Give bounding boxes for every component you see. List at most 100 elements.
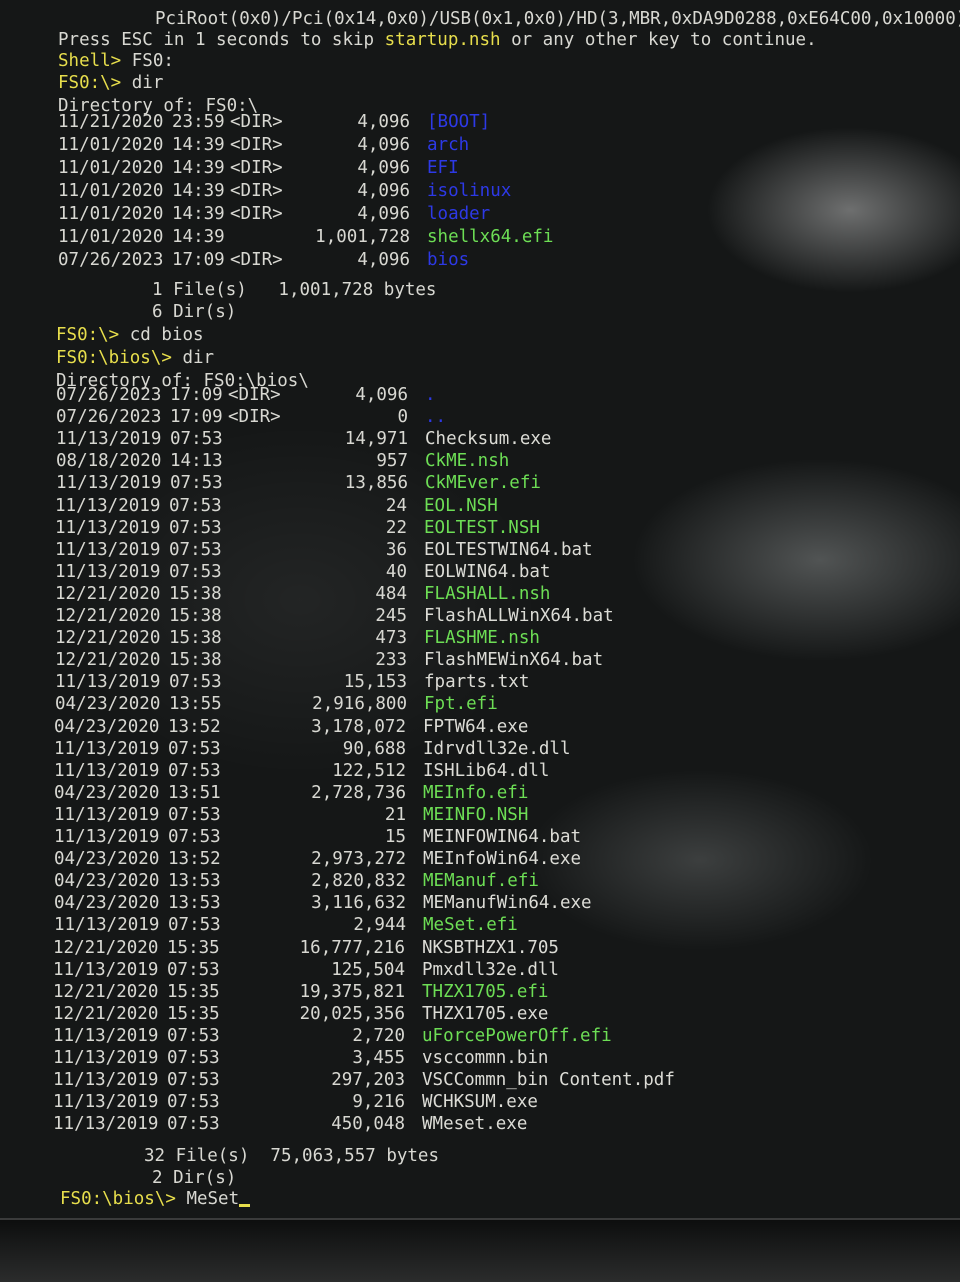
files-summary: 1 File(s) 1,001,728 bytes bbox=[152, 280, 437, 300]
shell-command: FS0: bbox=[131, 51, 174, 71]
entry-size: 2,820,832 bbox=[311, 871, 406, 892]
directory-entry-row: 04/23/2020 13:52 2,973,272 MEInfoWin64.exe bbox=[0, 848, 696, 870]
entry-name: . bbox=[425, 385, 436, 405]
command-prompt: FS0:\bios\> bbox=[60, 1189, 187, 1209]
entry-name: shellx64.efi bbox=[427, 227, 554, 247]
entry-name: MEINFOWIN64.bat bbox=[423, 827, 582, 847]
directory-entry-row: 11/13/2019 07:53 122,512 ISHLib64.dll bbox=[0, 760, 696, 782]
entry-size: 450,048 bbox=[331, 1114, 405, 1135]
entry-size: 4,096 bbox=[357, 135, 410, 155]
directory-entry-row: 12/21/2020 15:35 19,375,821 THZX1705.efi bbox=[0, 981, 695, 1003]
directory-entry-row: 11/13/2019 07:53 450,048 WMeset.exe bbox=[0, 1113, 695, 1135]
entry-size: 40 bbox=[385, 561, 407, 582]
directory-entry-row: 11/01/2020 14:39 <DIR> 4,096 arch bbox=[0, 134, 700, 156]
entry-size: 484 bbox=[375, 583, 407, 604]
entry-size: 2,944 bbox=[353, 915, 406, 936]
entry-name: EOLTESTWIN64.bat bbox=[424, 539, 593, 560]
entry-name: MEManuf.efi bbox=[423, 871, 539, 892]
entry-name: NKSBTHZX1.705 bbox=[422, 937, 559, 958]
uefi-shell-screen: PciRoot(0x0)/Pci(0x14,0x0)/USB(0x1,0x0)/… bbox=[0, 0, 960, 1218]
directory-entry-row: 11/13/2019 07:53 22 EOLTEST.NSH bbox=[0, 517, 697, 539]
directory-entry-row: 12/21/2020 15:35 20,025,356 THZX1705.exe bbox=[0, 1003, 695, 1025]
entry-name: CkMEver.efi bbox=[425, 473, 541, 494]
entry-size: 2,728,736 bbox=[311, 782, 406, 803]
entry-size: 22 bbox=[385, 517, 407, 538]
directory-entry-row: 04/23/2020 13:52 3,178,072 FPTW64.exe bbox=[0, 716, 696, 738]
entry-size: 122,512 bbox=[332, 760, 406, 781]
entry-name: EOLWIN64.bat bbox=[424, 561, 551, 582]
entry-name: MEInfo.efi bbox=[423, 782, 529, 803]
entry-size: 4,096 bbox=[357, 181, 410, 201]
command-text: dir bbox=[131, 73, 164, 93]
command-prompt: FS0:\> bbox=[56, 325, 130, 345]
directory-entry-row: 11/21/2020 23:59 <DIR> 4,096 [BOOT] bbox=[0, 111, 700, 133]
directory-entry-row: 11/13/2019 07:53 15,153 fparts.txt bbox=[0, 671, 697, 693]
command-prompt: FS0:\> bbox=[58, 73, 132, 93]
entry-size: 233 bbox=[375, 650, 407, 671]
command-input[interactable]: MeSet bbox=[186, 1189, 239, 1209]
entry-size: 4,096 bbox=[357, 112, 410, 132]
directory-entry-row: 11/13/2019 07:53 14,971 Checksum.exe bbox=[0, 428, 698, 450]
entry-name: MeSet.efi bbox=[423, 915, 518, 936]
entry-size: 21 bbox=[384, 804, 406, 825]
directory-entry-row: 08/18/2020 14:13 957 CkME.nsh bbox=[0, 450, 698, 472]
dir-command-line: FS0:\bios\> dir bbox=[56, 347, 214, 369]
entry-name: Fpt.efi bbox=[424, 694, 498, 715]
entry-size: 36 bbox=[385, 539, 407, 560]
entry-size: 0 bbox=[397, 407, 408, 428]
directory-entry-row: 04/23/2020 13:53 3,116,632 MEManufWin64.exe bbox=[0, 892, 696, 914]
active-command-line[interactable]: FS0:\bios\> MeSet bbox=[60, 1188, 251, 1210]
entry-size: 15 bbox=[384, 827, 406, 847]
directory-entry-row: 11/13/2019 07:53 2,944 MeSet.efi bbox=[0, 914, 696, 936]
dirs-summary: 2 Dir(s) bbox=[152, 1168, 237, 1188]
entry-size: 4,096 bbox=[357, 204, 410, 224]
entry-name: vsccommn.bin bbox=[422, 1048, 549, 1068]
entry-name: fparts.txt bbox=[424, 672, 530, 693]
entry-name: MEManufWin64.exe bbox=[423, 893, 592, 914]
entry-name: FLASHALL.nsh bbox=[424, 583, 551, 604]
entry-name: [BOOT] bbox=[427, 112, 491, 132]
device-path-line: PciRoot(0x0)/Pci(0x14,0x0)/USB(0x1,0x0)/… bbox=[155, 9, 960, 29]
monitor-bezel bbox=[0, 1218, 960, 1282]
entry-size: 3,178,072 bbox=[311, 716, 406, 737]
entry-name: EFI bbox=[427, 158, 459, 178]
entry-size: 1,001,728 bbox=[315, 227, 410, 247]
entry-name: WCHKSUM.exe bbox=[422, 1092, 538, 1113]
directory-entry-row: 12/21/2020 15:38 473 FLASHME.nsh bbox=[0, 627, 697, 649]
directory-entry-row: 07/26/2023 17:09 <DIR> 4,096 bios bbox=[0, 249, 700, 271]
entry-name: Pmxdll32e.dll bbox=[422, 959, 559, 980]
directory-entry-row: 12/21/2020 15:38 233 FlashMEWinX64.bat bbox=[0, 649, 697, 671]
entry-name: EOLTEST.NSH bbox=[424, 517, 540, 538]
entry-name: MEInfoWin64.exe bbox=[423, 849, 582, 870]
entry-name: FlashMEWinX64.bat bbox=[424, 650, 604, 671]
directory-entry-row: 11/13/2019 07:53 9,216 WCHKSUM.exe bbox=[0, 1091, 695, 1113]
startup-countdown-line: Press ESC in 1 seconds to skip startup.n… bbox=[58, 30, 817, 50]
entry-name: loader bbox=[427, 204, 491, 224]
entry-size: 15,153 bbox=[343, 672, 407, 693]
directory-entry-row: 04/23/2020 13:55 2,916,800 Fpt.efi bbox=[0, 693, 697, 715]
command-prompt: FS0:\bios\> bbox=[56, 348, 183, 368]
entry-name: VSCCommn_bin Content.pdf bbox=[422, 1070, 675, 1091]
entry-name: FLASHME.nsh bbox=[424, 628, 540, 649]
directory-entry-row: 11/01/2020 14:39 <DIR> 4,096 EFI bbox=[0, 157, 700, 179]
directory-entry-row: 11/13/2019 07:53 40 EOLWIN64.bat bbox=[0, 561, 697, 583]
directory-entry-row: 12/21/2020 15:38 484 FLASHALL.nsh bbox=[0, 583, 697, 605]
directory-entry-row: 12/21/2020 15:35 16,777,216 NKSBTHZX1.705 bbox=[0, 937, 695, 959]
entry-size: 245 bbox=[375, 606, 407, 626]
text-cursor bbox=[239, 1204, 251, 1207]
directory-entry-row: 11/13/2019 07:53 3,455 vsccommn.bin bbox=[0, 1047, 695, 1069]
entry-size: 14,971 bbox=[344, 429, 408, 450]
dirs-summary: 6 Dir(s) bbox=[152, 302, 237, 322]
directory-entry-row: 11/13/2019 07:53 21 MEINFO.NSH bbox=[0, 804, 696, 826]
entry-size: 2,916,800 bbox=[312, 694, 407, 715]
entry-name: ISHLib64.dll bbox=[423, 760, 550, 781]
entry-name: bios bbox=[427, 250, 470, 270]
entry-size: 4,096 bbox=[357, 250, 410, 270]
entry-name: MEINFO.NSH bbox=[423, 804, 529, 825]
directory-entry-row: 07/26/2023 17:09 <DIR> 4,096. bbox=[0, 384, 698, 406]
entry-size: 957 bbox=[376, 451, 408, 472]
directory-entry-row: 11/01/2020 14:39 <DIR> 4,096 loader bbox=[0, 203, 700, 225]
entry-name: Checksum.exe bbox=[425, 429, 552, 450]
directory-entry-row: 12/21/2020 15:38 245 FlashALLWinX64.bat bbox=[0, 605, 697, 627]
entry-name: arch bbox=[427, 135, 470, 155]
